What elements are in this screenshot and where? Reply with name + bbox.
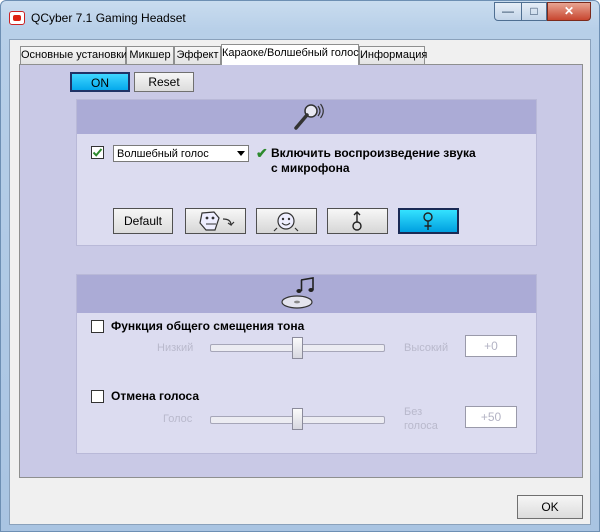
vocal-cancel-checkbox[interactable]: [91, 390, 104, 403]
pitch-shift-label: Функция общего смещения тона: [111, 319, 305, 333]
voice-monster-button[interactable]: [185, 208, 246, 234]
magic-voice-group: Волшебный голос ✔ Включить воспроизведен…: [76, 99, 537, 246]
tab-panel: ON Reset Волшебный голос ✔ Включить восп…: [19, 64, 583, 478]
pitch-value-field[interactable]: +0: [465, 335, 517, 357]
tab-karaoke-magic-voice[interactable]: Караоке/Волшебный голос: [221, 44, 359, 65]
ok-button[interactable]: OK: [517, 495, 583, 519]
vocal-cancel-right-label-line2: голоса: [404, 420, 438, 432]
on-button[interactable]: ON: [70, 72, 130, 92]
vocal-cancel-left-label: Голос: [163, 413, 193, 425]
cartoon-face-icon: [273, 212, 299, 232]
voice-mode-value: Волшебный голос: [117, 148, 209, 160]
tab-effect[interactable]: Эффект: [174, 46, 221, 64]
tab-basic-settings[interactable]: Основные установки: [20, 46, 127, 64]
vocal-cancel-label: Отмена голоса: [111, 389, 200, 403]
app-logo-icon: [9, 11, 25, 25]
tab-information[interactable]: Информация: [359, 46, 427, 64]
app-window: QCyber 7.1 Gaming Headset — □ ✕ Основные…: [0, 0, 600, 532]
pitch-high-label: Высокий: [404, 342, 449, 354]
microphone-icon: [294, 103, 324, 130]
male-symbol-icon: [352, 211, 362, 231]
title-bar[interactable]: QCyber 7.1 Gaming Headset — □ ✕: [1, 1, 599, 35]
pitch-slider-thumb[interactable]: [292, 337, 303, 359]
vocal-cancel-slider-thumb[interactable]: [292, 408, 303, 430]
reset-button[interactable]: Reset: [134, 72, 194, 92]
monitor-label-line1: Включить воспроизведение звука: [271, 146, 476, 160]
monitor-label-line2: с микрофона: [271, 161, 350, 175]
default-voice-button[interactable]: Default: [113, 208, 173, 234]
monster-icon: [199, 211, 235, 231]
female-symbol-icon: [423, 212, 433, 230]
monitor-checkmark-icon[interactable]: ✔: [256, 145, 268, 162]
karaoke-group: Функция общего смещения тона Низкий Высо…: [76, 274, 537, 454]
pitch-low-label: Низкий: [157, 342, 194, 354]
close-button[interactable]: ✕: [547, 2, 591, 21]
magic-voice-checkbox[interactable]: [91, 146, 104, 159]
chevron-down-icon: [237, 151, 245, 156]
tab-mixer[interactable]: Микшер: [126, 46, 174, 64]
vocal-cancel-right-label-line1: Без: [404, 406, 423, 418]
pitch-shift-checkbox[interactable]: [91, 320, 104, 333]
dialog-body: Основные установки Микшер Эффект Караоке…: [9, 39, 591, 525]
voice-mode-select[interactable]: Волшебный голос: [113, 145, 249, 162]
checkmark-icon: [92, 148, 103, 157]
maximize-button[interactable]: □: [521, 2, 547, 21]
voice-male-button[interactable]: [327, 208, 388, 234]
voice-female-button[interactable]: [398, 208, 459, 234]
karaoke-header: [77, 275, 536, 313]
music-disc-icon: [281, 277, 314, 309]
voice-cartoon-button[interactable]: [256, 208, 317, 234]
magic-voice-header: [77, 100, 536, 134]
vocal-cancel-value-field[interactable]: +50: [465, 406, 517, 428]
window-title: QCyber 7.1 Gaming Headset: [31, 11, 186, 25]
minimize-button[interactable]: —: [494, 2, 522, 21]
